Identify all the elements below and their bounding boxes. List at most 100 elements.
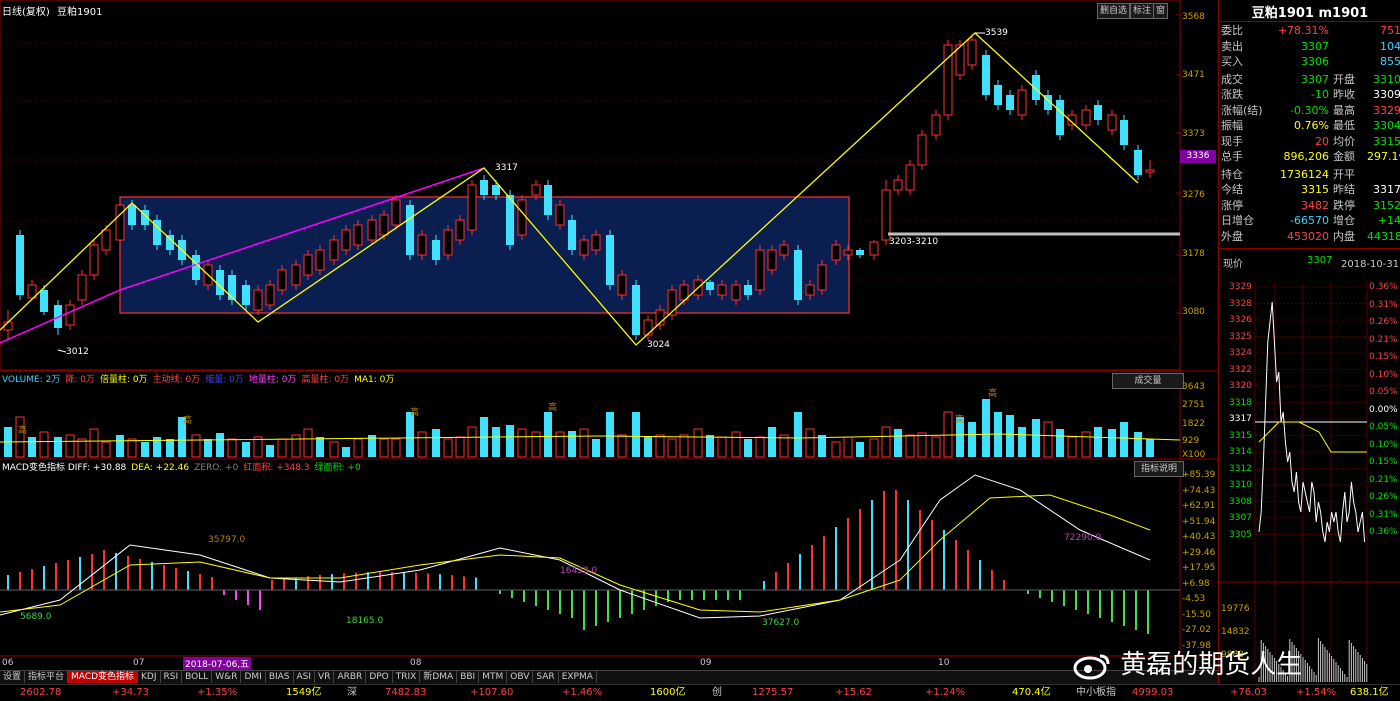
indicator-tab[interactable]: TRIX: [393, 671, 421, 683]
macd-area-label: 37627.0: [762, 618, 800, 628]
volume-bar: [531, 431, 541, 458]
indicator-tab[interactable]: BIAS: [266, 671, 294, 683]
quote-label: 现手: [1221, 134, 1243, 148]
volume-bar: [467, 426, 477, 458]
macd-tick: -15.50: [1182, 609, 1212, 620]
quote-value-2: 3317: [1373, 183, 1400, 196]
intraday-price-tick: 3324: [1229, 348, 1252, 358]
quote-label: 委比: [1221, 24, 1243, 37]
candle-body: [731, 284, 741, 301]
quote-row: 总手 896,206 金额 297.1亿: [1221, 149, 1400, 164]
quote-value-2: 104: [1380, 39, 1400, 53]
quote-value: -10: [1311, 88, 1329, 101]
indicator-tab[interactable]: OBV: [507, 671, 534, 683]
indicator-tab[interactable]: ARBR: [334, 671, 367, 683]
candle-body: [931, 114, 941, 136]
annotate-button[interactable]: 标注: [1130, 3, 1155, 19]
indicator-tab[interactable]: 新DMA: [420, 671, 458, 683]
candle-body: [1017, 89, 1027, 116]
window-button[interactable]: 窗: [1153, 3, 1169, 19]
volume-tick: X100: [1182, 450, 1206, 460]
macd-diff-line: [0, 474, 1151, 619]
indicator-tab[interactable]: 指标平台: [25, 671, 69, 683]
indicator-tab[interactable]: KDJ: [138, 671, 161, 683]
chart-canvas[interactable]: [0, 0, 1218, 670]
remove-favorite-button[interactable]: 删自选: [1097, 3, 1131, 19]
candle-body: [353, 224, 363, 246]
quote-label-2: 均价: [1333, 134, 1355, 148]
indicator-tab[interactable]: RSI: [161, 671, 183, 683]
indicator-tab[interactable]: EXPMA: [559, 671, 597, 683]
high-volume-mark: 高: [548, 403, 558, 413]
quote-row: 买入 3306 855: [1221, 54, 1400, 69]
x-axis-cursor-date: 2018-07-06,五: [183, 657, 252, 670]
candle-body: [406, 205, 414, 255]
kline-chart-area[interactable]: 日线(复权) 豆粕1901 删自选 标注 窗 3568 3471 3373 32…: [0, 0, 1218, 700]
status-item: +1.46%: [562, 687, 603, 698]
candle-body: [432, 240, 440, 260]
quote-value: 20: [1315, 134, 1329, 148]
indicator-tab[interactable]: MACD变色指标: [68, 671, 139, 683]
candle-body: [277, 269, 287, 291]
volume-bar: [579, 428, 589, 458]
intraday-pct-tick: 0.21%: [1369, 474, 1398, 485]
volume-bar: [1134, 432, 1142, 457]
volume-bar: [28, 437, 36, 457]
quote-value-2: 443186: [1367, 229, 1400, 243]
indicator-tab[interactable]: SAR: [533, 671, 559, 683]
candle-body: [831, 244, 841, 261]
quote-row: 成交 3307 开盘 3310: [1221, 72, 1400, 87]
indicator-tab[interactable]: BBI: [457, 671, 480, 683]
volume-legend: VOLUME: 2万 降: 0万 倍量柱: 0万 主动线: 0万 缩量: 0万 地量柱: …: [2, 374, 399, 386]
volume-bar: [917, 432, 927, 458]
quote-value: 3306: [1301, 55, 1329, 68]
candle-body: [555, 204, 565, 226]
indicator-tab[interactable]: VR: [315, 671, 335, 683]
indicator-tab[interactable]: 设置: [0, 671, 26, 683]
quote-row: 卖出 3307 104: [1221, 39, 1400, 54]
candle-body: [467, 184, 477, 231]
volume-bar: [1032, 419, 1040, 457]
quote-label-2: 开盘: [1333, 72, 1355, 86]
market-status-bar: 2602.78 +34.73 +1.35% 1549亿 深 7482.83 +107.60 +…: [0, 684, 1400, 701]
intraday-volume-tick: 19776: [1221, 604, 1250, 614]
candle-body: [869, 241, 879, 256]
volume-bar: [316, 437, 324, 457]
status-item: +1.35%: [197, 687, 238, 698]
current-price-tag: 3336: [1180, 150, 1216, 163]
intraday-pct-tick: 0.31%: [1369, 299, 1398, 310]
candle-body: [817, 264, 827, 291]
status-item: 4999.03: [1132, 687, 1174, 698]
candle-body: [391, 199, 401, 226]
status-item: 1275.57: [752, 687, 794, 698]
volume-indicator-button[interactable]: 成交量: [1112, 373, 1184, 389]
status-item: 创: [712, 687, 722, 698]
indicator-tab[interactable]: DPO: [366, 671, 393, 683]
status-item: +1.24%: [925, 687, 966, 698]
intraday-price-tick: 3312: [1229, 463, 1252, 474]
indicator-tab[interactable]: BOLL: [182, 671, 213, 683]
intraday-price-tick: 3310: [1229, 480, 1252, 490]
volume-bar: [831, 441, 841, 458]
candle-body: [1120, 120, 1128, 145]
indicator-help-button[interactable]: 指标说明: [1134, 461, 1184, 477]
price-tick: 3080: [1182, 307, 1205, 317]
indicator-tab[interactable]: ASI: [294, 671, 316, 683]
intraday-pct-tick: 0.00%: [1369, 404, 1398, 415]
x-axis-label: 07: [133, 658, 145, 668]
volume-bar: [216, 433, 224, 457]
quote-label: 总手: [1221, 150, 1243, 163]
indicator-tab[interactable]: MTM: [479, 671, 508, 683]
volume-bar: [894, 429, 902, 457]
candle-body: [115, 204, 125, 241]
quote-label-2: 增仓: [1333, 214, 1355, 227]
candle-body: [767, 249, 777, 271]
volume-bar: [89, 428, 99, 458]
intraday-pct-tick: 0.36%: [1369, 527, 1398, 537]
quote-label-2: 昨结: [1333, 183, 1355, 196]
candle-body: [253, 289, 263, 311]
indicator-tab[interactable]: DMI: [241, 671, 266, 683]
indicator-tab[interactable]: W&R: [212, 671, 242, 683]
intraday-price-tick: 3322: [1229, 364, 1252, 375]
volume-bar: [818, 435, 826, 457]
